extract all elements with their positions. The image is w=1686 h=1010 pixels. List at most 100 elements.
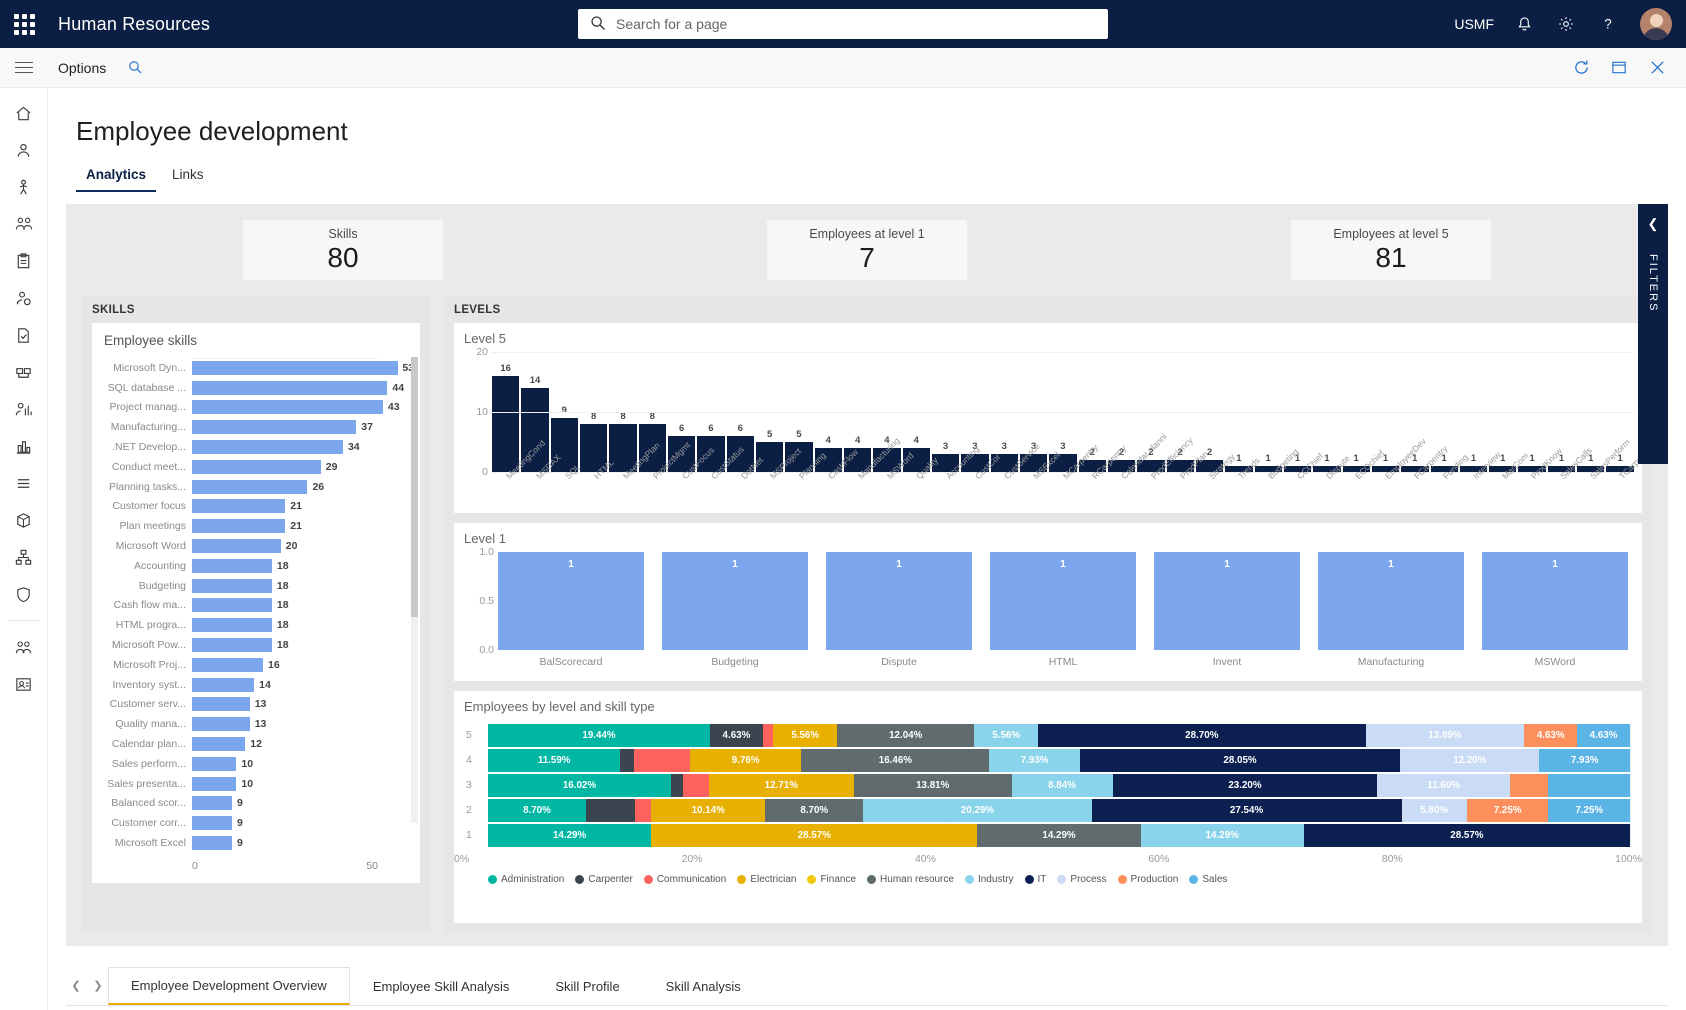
legend-item[interactable]: Administration: [488, 874, 564, 885]
kpi-employees-level-5[interactable]: Employees at level 5 81: [1291, 220, 1491, 280]
stacked-segment[interactable]: 7.25%: [1548, 799, 1630, 822]
skill-bar-row[interactable]: .NET Develop...34: [100, 437, 414, 457]
level-1-bar[interactable]: 1: [662, 552, 808, 650]
level-1-bar[interactable]: 1: [1482, 552, 1628, 650]
legend-item[interactable]: IT: [1025, 874, 1047, 885]
stacked-segment[interactable]: 8.84%: [1012, 774, 1113, 797]
skill-bar-row[interactable]: Planning tasks...26: [100, 477, 414, 497]
stacked-segment[interactable]: 14.29%: [977, 824, 1140, 847]
stacked-segment[interactable]: 28.70%: [1038, 724, 1366, 747]
stacked-segment[interactable]: 11.60%: [1377, 774, 1509, 797]
list-icon[interactable]: [4, 466, 44, 500]
stacked-segment[interactable]: 28.05%: [1080, 749, 1400, 772]
bottom-tab-employee-development-overview[interactable]: Employee Development Overview: [108, 967, 350, 1005]
home-icon[interactable]: [4, 96, 44, 130]
stacked-bar-row[interactable]: 316.02%12.71%13.81%8.84%23.20%11.60%: [488, 774, 1630, 797]
stacked-segment[interactable]: 8.70%: [765, 799, 863, 822]
chevron-left-icon[interactable]: ❮: [66, 975, 86, 995]
stacked-segment[interactable]: 14.29%: [1141, 824, 1304, 847]
stacked-segment[interactable]: 19.44%: [488, 724, 710, 747]
stacked-segment[interactable]: 4.63%: [1524, 724, 1577, 747]
stacked-segment[interactable]: 7.93%: [1539, 749, 1630, 772]
clipboard-icon[interactable]: [4, 244, 44, 278]
user-avatar[interactable]: [1640, 8, 1672, 40]
legend-item[interactable]: Industry: [965, 874, 1014, 885]
stacked-segment[interactable]: 28.57%: [1304, 824, 1630, 847]
stacked-segment[interactable]: [620, 749, 634, 772]
person-walk-icon[interactable]: [4, 170, 44, 204]
stacked-bar-row[interactable]: 519.44%4.63%5.56%12.04%5.56%28.70%13.89%…: [488, 724, 1630, 747]
page-search-icon[interactable]: [128, 60, 143, 75]
skill-bar-row[interactable]: Conduct meet...29: [100, 457, 414, 477]
skill-bar-row[interactable]: Calendar plan...12: [100, 734, 414, 754]
app-launcher-icon[interactable]: [0, 0, 48, 48]
skills-scrollbar[interactable]: [411, 357, 418, 823]
skill-bar-row[interactable]: Accounting18: [100, 556, 414, 576]
search-input[interactable]: [616, 16, 1096, 32]
stacked-segment[interactable]: 27.54%: [1092, 799, 1402, 822]
level-1-bar[interactable]: 1: [1154, 552, 1300, 650]
stacked-segment[interactable]: 12.20%: [1400, 749, 1539, 772]
skill-bar-row[interactable]: Plan meetings21: [100, 516, 414, 536]
people-pair-icon[interactable]: [4, 630, 44, 664]
stacked-segment[interactable]: 13.89%: [1366, 724, 1525, 747]
stacked-segment[interactable]: 8.70%: [488, 799, 586, 822]
skill-bar-row[interactable]: Sales presenta...10: [100, 774, 414, 794]
level-1-bar[interactable]: 1: [826, 552, 972, 650]
stacked-bar-row[interactable]: 28.70%10.14%8.70%20.29%27.54%5.80%7.25%7…: [488, 799, 1630, 822]
skill-bar-row[interactable]: Balanced scor...9: [100, 794, 414, 814]
stacked-segment[interactable]: 4.63%: [710, 724, 763, 747]
person-settings-icon[interactable]: [4, 281, 44, 315]
help-icon[interactable]: ?: [1588, 0, 1628, 48]
filters-panel-toggle[interactable]: ❮ FILTERS: [1638, 204, 1668, 464]
company-selector[interactable]: USMF: [1446, 0, 1502, 48]
stacked-segment[interactable]: 16.46%: [801, 749, 989, 772]
open-in-new-window-icon[interactable]: [1602, 51, 1636, 85]
skill-bar-row[interactable]: Sales perform...10: [100, 754, 414, 774]
employee-skills-chart[interactable]: Employee skills Microsoft Dyn...53SQL da…: [92, 323, 420, 883]
skill-bar-row[interactable]: Manufacturing...37: [100, 417, 414, 437]
legend-item[interactable]: Sales: [1189, 874, 1227, 885]
stacked-segment[interactable]: 13.81%: [854, 774, 1012, 797]
kpi-skills[interactable]: Skills 80: [243, 220, 443, 280]
legend-item[interactable]: Communication: [644, 874, 726, 885]
skill-bar-row[interactable]: Microsoft Pow...18: [100, 635, 414, 655]
box-icon[interactable]: [4, 503, 44, 537]
skill-bar-row[interactable]: Microsoft Dyn...53: [100, 358, 414, 378]
skill-bar-row[interactable]: Inventory syst...14: [100, 675, 414, 695]
stacked-segment[interactable]: 5.56%: [773, 724, 836, 747]
skill-bar-row[interactable]: Quality mana...13: [100, 714, 414, 734]
person-icon[interactable]: [4, 133, 44, 167]
legend-item[interactable]: Carpenter: [575, 874, 632, 885]
legend-item[interactable]: Process: [1057, 874, 1106, 885]
employees-by-level-and-skill-type-chart[interactable]: Employees by level and skill type 519.44…: [454, 691, 1642, 923]
stacked-segment[interactable]: [763, 724, 774, 747]
stacked-segment[interactable]: 14.29%: [488, 824, 651, 847]
chevron-right-icon[interactable]: ❯: [88, 975, 108, 995]
refresh-icon[interactable]: [1564, 51, 1598, 85]
bottom-tab-employee-skill-analysis[interactable]: Employee Skill Analysis: [350, 968, 533, 1005]
stacked-segment[interactable]: [683, 774, 708, 797]
people-group-icon[interactable]: [4, 207, 44, 241]
hierarchy-icon[interactable]: [4, 540, 44, 574]
stacked-segment[interactable]: 20.29%: [863, 799, 1091, 822]
stacked-segment[interactable]: 7.25%: [1467, 799, 1549, 822]
skill-bar-row[interactable]: HTML progra...18: [100, 615, 414, 635]
level-1-chart[interactable]: Level 1 0.00.51.0 1111111 BalScorecardBu…: [454, 523, 1642, 681]
skill-bar-row[interactable]: Project manag...43: [100, 398, 414, 418]
organization-icon[interactable]: [4, 355, 44, 389]
skill-bar-row[interactable]: Customer corr...9: [100, 813, 414, 833]
stacked-bar-row[interactable]: 411.59%9.76%16.46%7.93%28.05%12.20%7.93%: [488, 749, 1630, 772]
level-5-chart[interactable]: Level 5 01020 16149888666554444333332222…: [454, 323, 1642, 513]
bottom-tab-skill-analysis[interactable]: Skill Analysis: [643, 968, 764, 1005]
stacked-segment[interactable]: 16.02%: [488, 774, 671, 797]
stacked-segment[interactable]: [1510, 774, 1548, 797]
skill-bar-row[interactable]: Customer focus21: [100, 497, 414, 517]
level-1-bar[interactable]: 1: [498, 552, 644, 650]
stacked-segment[interactable]: 4.63%: [1577, 724, 1630, 747]
stacked-segment[interactable]: [634, 749, 690, 772]
stacked-segment[interactable]: [635, 799, 651, 822]
bottom-tab-skill-profile[interactable]: Skill Profile: [532, 968, 642, 1005]
bar-chart-icon[interactable]: [4, 429, 44, 463]
close-icon[interactable]: [1640, 51, 1674, 85]
